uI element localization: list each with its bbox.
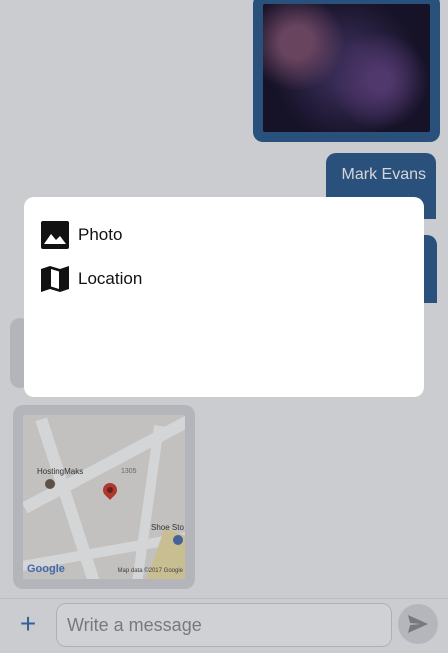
attachment-dialog: Photo Location xyxy=(24,197,424,397)
map-icon xyxy=(40,264,70,294)
photo-option-label: Photo xyxy=(78,225,123,244)
location-option-label: Location xyxy=(78,269,143,288)
attach-photo-option[interactable]: Photo xyxy=(24,213,424,257)
image-icon xyxy=(40,220,70,250)
attach-location-option[interactable]: Location xyxy=(24,257,424,301)
